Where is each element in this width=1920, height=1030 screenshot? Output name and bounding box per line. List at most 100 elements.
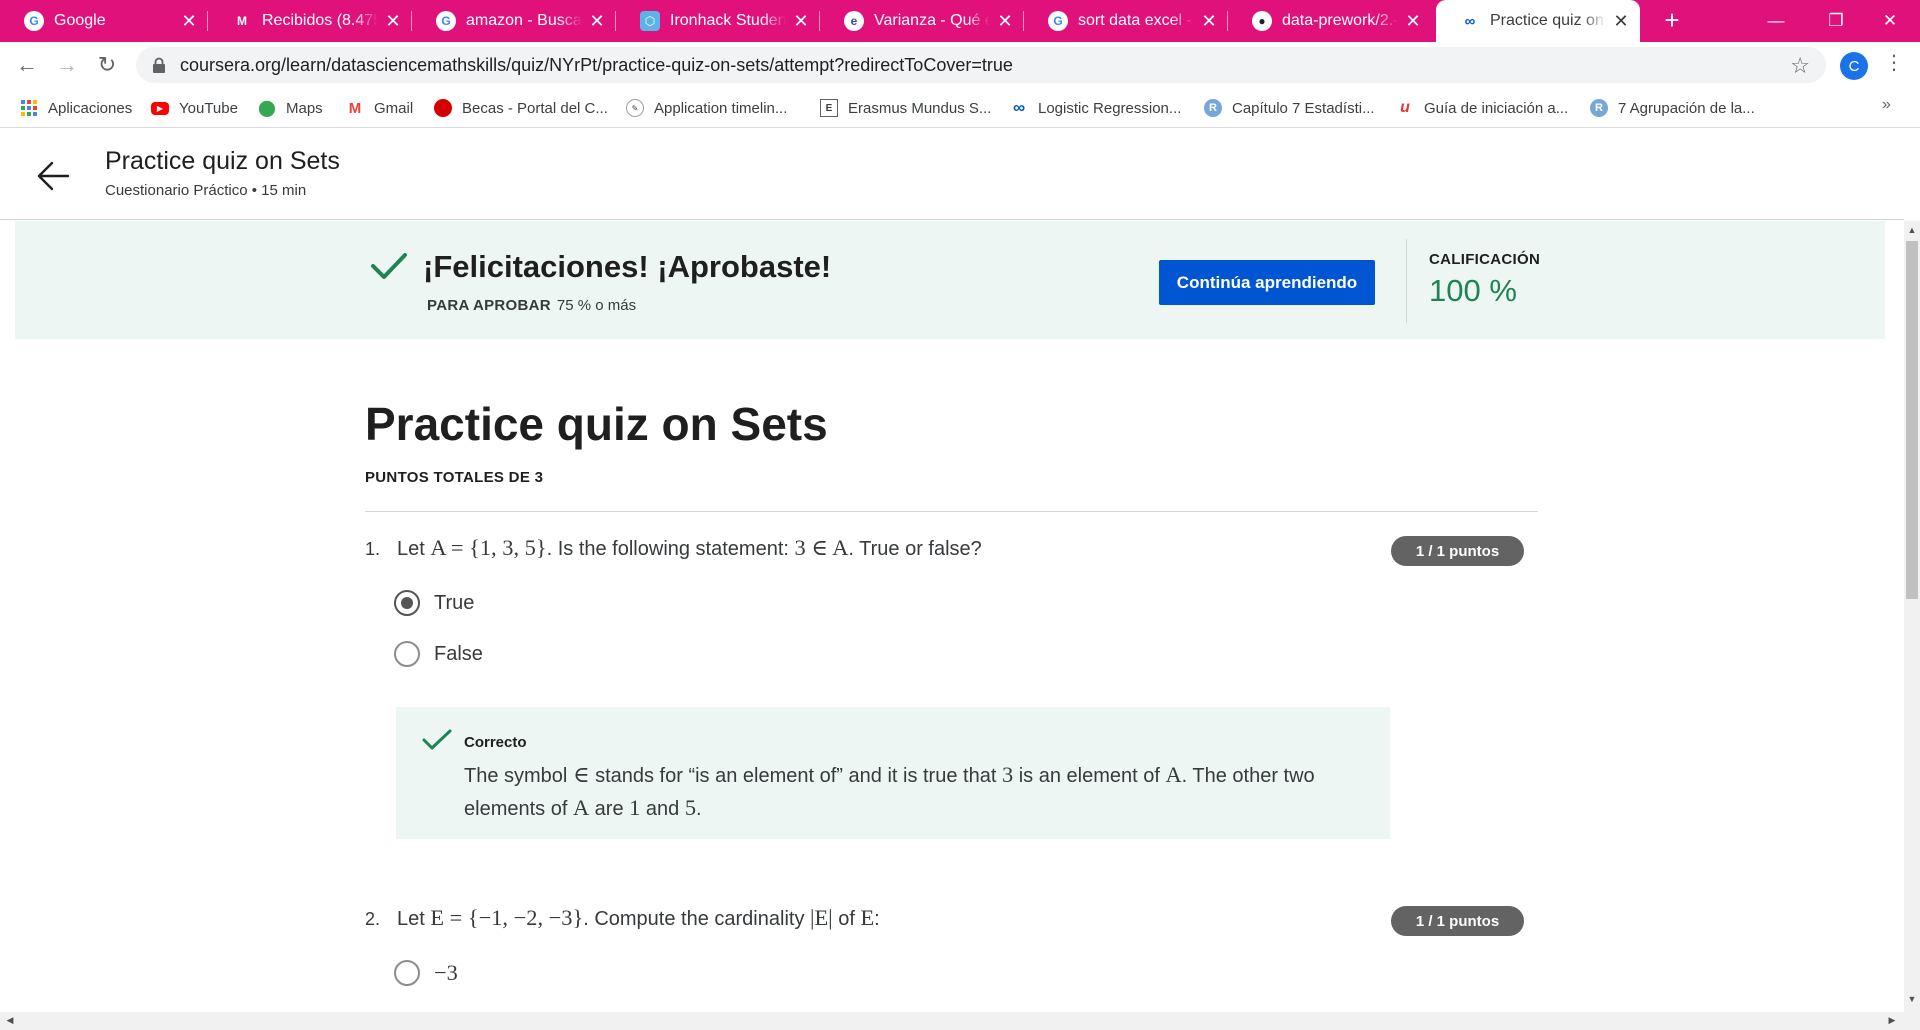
page-subtitle: Cuestionario Práctico • 15 min <box>105 182 307 199</box>
youtube-icon: ▶ <box>151 101 169 115</box>
close-tab-icon[interactable]: ✕ <box>1404 11 1422 32</box>
pass-value: 75 % o más <box>556 297 637 314</box>
browser-tab[interactable]: G Google ✕ <box>0 6 208 36</box>
question-number: 1. <box>365 539 381 559</box>
back-arrow-icon[interactable] <box>34 158 74 194</box>
browser-tab[interactable]: ⬡ Ironhack Student P ✕ <box>616 6 820 36</box>
radio-selected-icon[interactable] <box>394 590 420 616</box>
browser-menu-icon[interactable]: ⋮ <box>1884 50 1904 75</box>
points-badge: 1 / 1 puntos <box>1391 906 1524 936</box>
browser-toolbar: ← → ↻ coursera.org/learn/datasciencemath… <box>0 42 1920 88</box>
option-label: −3 <box>434 960 458 985</box>
radio-unselected-icon[interactable] <box>394 960 420 986</box>
gmail-icon: M <box>348 99 362 117</box>
restore-window-button[interactable]: ❐ <box>1806 0 1866 42</box>
bookmarks-bar: Aplicaciones ▶ YouTube ⬤ Maps M Gmail Be… <box>0 88 1920 128</box>
bookmark-item[interactable]: u Guía de iniciación a... <box>1396 96 1568 120</box>
r-icon: R <box>1204 99 1222 117</box>
back-button[interactable]: ← <box>10 48 44 82</box>
pass-label: PARA APROBAR <box>427 297 551 314</box>
bookmark-label: Maps <box>286 99 323 117</box>
economipedia-icon: e <box>844 11 864 31</box>
continue-learning-button[interactable]: Continúa aprendiendo <box>1159 260 1375 305</box>
bookmark-label: YouTube <box>179 99 238 117</box>
bookmark-item[interactable]: Aplicaciones <box>20 96 132 120</box>
feedback-label: Correcto <box>464 734 527 751</box>
scrollbar-thumb[interactable] <box>1906 241 1918 599</box>
bookmarks-overflow-icon[interactable]: » <box>1882 96 1891 114</box>
reload-button[interactable]: ↻ <box>90 48 124 82</box>
question-text: Let E = {−1, −2, −3}. Compute the cardin… <box>397 905 880 930</box>
document-icon: ✎ <box>626 99 644 117</box>
page-header: Practice quiz on Sets Cuestionario Práct… <box>0 128 1904 220</box>
total-points-label: PUNTOS TOTALES DE 3 <box>365 469 544 486</box>
result-banner: ¡Felicitaciones! ¡Aprobaste! PARA APROBA… <box>15 221 1885 339</box>
profile-avatar[interactable]: C <box>1840 52 1868 80</box>
close-tab-icon[interactable]: ✕ <box>588 11 606 32</box>
bookmark-item[interactable]: ▶ YouTube <box>151 96 238 120</box>
browser-tab-strip: G Google ✕ M Recibidos (8.475) - ✕ G ama… <box>0 0 1920 42</box>
forward-button[interactable]: → <box>50 48 84 82</box>
tab-title: Ironhack Student P <box>670 12 786 29</box>
answer-option[interactable]: True <box>394 588 474 618</box>
browser-tab[interactable]: M Recibidos (8.475) - ✕ <box>208 6 412 36</box>
address-bar[interactable]: coursera.org/learn/datasciencemathskills… <box>136 47 1826 83</box>
bookmark-label: Erasmus Mundus S... <box>848 99 992 117</box>
new-tab-button[interactable]: + <box>1657 6 1687 36</box>
tab-title: sort data excel - Bu <box>1078 12 1194 29</box>
bookmark-item[interactable]: R Capítulo 7 Estadísti... <box>1204 96 1375 120</box>
browser-tab[interactable]: ● data-prework/2.-St ✕ <box>1228 6 1432 36</box>
tab-title: Varianza - Qué es, <box>874 12 990 29</box>
browser-tab-active[interactable]: ∞ Practice quiz on Se ✕ <box>1436 0 1640 42</box>
lock-icon <box>152 57 166 73</box>
bookmark-item[interactable]: M Gmail <box>346 96 413 120</box>
erasmus-icon: E <box>820 99 838 117</box>
bookmark-item[interactable]: ∞ Logistic Regression... <box>1010 96 1181 120</box>
browser-tab[interactable]: e Varianza - Qué es, ✕ <box>820 6 1024 36</box>
google-icon: G <box>436 11 456 31</box>
close-window-button[interactable]: ✕ <box>1860 0 1920 42</box>
close-tab-icon[interactable]: ✕ <box>1200 11 1218 32</box>
close-tab-icon[interactable]: ✕ <box>384 11 402 32</box>
close-tab-icon[interactable]: ✕ <box>1612 11 1630 32</box>
quiz-title: Practice quiz on Sets <box>365 398 828 450</box>
browser-tab[interactable]: G sort data excel - Bu ✕ <box>1024 6 1228 36</box>
bookmark-item[interactable]: ⬤ Maps <box>258 96 323 120</box>
question-number: 2. <box>365 909 381 929</box>
scroll-down-icon[interactable]: ▼ <box>1904 994 1920 1004</box>
feedback-text: The symbol ∈ stands for “is an element o… <box>464 762 1315 820</box>
bookmark-item[interactable]: E Erasmus Mundus S... <box>820 96 991 120</box>
close-tab-icon[interactable]: ✕ <box>792 11 810 32</box>
page-title: Practice quiz on Sets <box>105 147 340 175</box>
horizontal-scrollbar[interactable]: ◀ ▶ <box>0 1012 1904 1030</box>
radio-unselected-icon[interactable] <box>394 641 420 667</box>
coursera-icon: ∞ <box>1012 98 1026 117</box>
google-icon: G <box>24 11 44 31</box>
browser-tab[interactable]: G amazon - Buscar c ✕ <box>412 6 616 36</box>
scroll-right-icon[interactable]: ▶ <box>1884 1015 1900 1026</box>
bookmark-item[interactable]: Becas - Portal del C... <box>434 96 608 120</box>
scroll-up-icon[interactable]: ▲ <box>1904 225 1920 235</box>
answer-option[interactable]: −3 <box>394 958 458 988</box>
answer-option[interactable]: False <box>394 639 483 669</box>
tab-title: Practice quiz on Se <box>1490 12 1606 29</box>
bookmark-item[interactable]: R 7 Agrupación de la... <box>1590 96 1755 120</box>
bookmark-label: Logistic Regression... <box>1038 99 1182 117</box>
close-tab-icon[interactable]: ✕ <box>996 11 1014 32</box>
question-text: Let A = {1, 3, 5}. Is the following stat… <box>397 535 982 560</box>
grade-label: CALIFICACIÓN <box>1429 251 1541 268</box>
tab-title: amazon - Buscar c <box>466 12 582 29</box>
u-icon: u <box>1400 99 1410 116</box>
close-tab-icon[interactable]: ✕ <box>180 11 198 32</box>
scroll-left-icon[interactable]: ◀ <box>2 1015 18 1026</box>
bookmark-label: Becas - Portal del C... <box>462 99 608 117</box>
bookmark-label: Application timelin... <box>654 99 788 117</box>
minimize-window-button[interactable]: — <box>1746 0 1806 42</box>
google-icon: G <box>1048 11 1068 31</box>
coursera-icon: ∞ <box>1464 12 1476 30</box>
points-badge: 1 / 1 puntos <box>1391 536 1524 566</box>
vertical-scrollbar[interactable]: ▲ ▼ <box>1904 221 1920 1030</box>
bookmark-label: Gmail <box>374 99 414 117</box>
bookmark-star-icon[interactable]: ☆ <box>1790 53 1810 79</box>
bookmark-item[interactable]: ✎ Application timelin... <box>626 96 787 120</box>
